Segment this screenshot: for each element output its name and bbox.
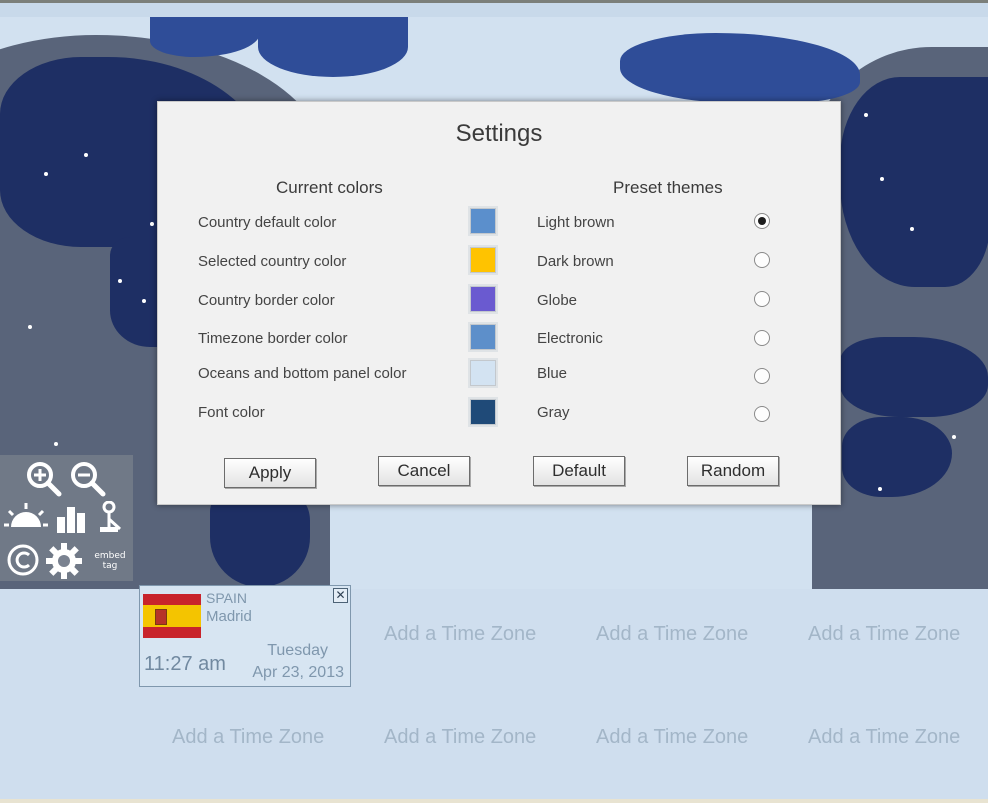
dialog-title: Settings — [455, 120, 543, 147]
settings-dialog: Settings Current colors Preset themes Co… — [157, 101, 841, 505]
theme-radio[interactable] — [754, 406, 770, 422]
city-name: Madrid — [206, 608, 252, 625]
land-arctic-islands — [150, 17, 260, 57]
add-time-zone-slot[interactable]: Add a Time Zone — [596, 623, 748, 646]
color-swatch[interactable] — [470, 324, 496, 350]
add-time-zone-slot[interactable]: Add a Time Zone — [384, 726, 536, 749]
embed-label: embed — [94, 551, 126, 561]
color-swatch[interactable] — [470, 247, 496, 273]
time-zone-card[interactable]: SPAIN Madrid 11:27 am Tuesday Apr 23, 20… — [139, 585, 351, 687]
color-row-label: Font color — [198, 404, 265, 421]
city-icon[interactable] — [52, 499, 90, 537]
country-name: SPAIN — [206, 590, 247, 606]
local-time: 11:27 am — [144, 653, 226, 675]
color-row-label: Oceans and bottom panel color — [198, 365, 407, 382]
add-time-zone-slot[interactable]: Add a Time Zone — [384, 623, 536, 646]
add-time-zone-slot[interactable]: Add a Time Zone — [596, 726, 748, 749]
theme-label: Blue — [537, 365, 568, 382]
theme-label: Light brown — [537, 214, 615, 231]
color-swatch[interactable] — [470, 360, 496, 386]
theme-radio[interactable] — [754, 213, 770, 229]
weekday: Tuesday — [267, 642, 328, 659]
color-row-label: Country default color — [198, 214, 337, 231]
land-greenland — [258, 17, 408, 77]
apply-button[interactable]: Apply — [224, 458, 316, 488]
spain-flag — [143, 594, 201, 638]
city-light — [952, 435, 956, 439]
copyright-icon[interactable] — [4, 541, 42, 579]
color-swatch[interactable] — [470, 399, 496, 425]
color-row-label: Timezone border color — [198, 330, 348, 347]
city-light — [150, 222, 154, 226]
map-toolbar: embed tag — [0, 455, 133, 581]
default-button[interactable]: Default — [533, 456, 625, 486]
theme-label: Electronic — [537, 330, 603, 347]
date: Apr 23, 2013 — [252, 664, 344, 681]
add-time-zone-slot[interactable]: Add a Time Zone — [808, 726, 960, 749]
theme-label: Dark brown — [537, 253, 614, 270]
color-row-label: Selected country color — [198, 253, 347, 270]
cancel-button[interactable]: Cancel — [378, 456, 470, 486]
preset-themes-header: Preset themes — [613, 178, 723, 197]
city-light — [878, 487, 882, 491]
close-icon[interactable]: ✕ — [333, 588, 348, 603]
theme-radio[interactable] — [754, 252, 770, 268]
zoom-in-icon[interactable] — [22, 459, 66, 499]
color-row-label: Country border color — [198, 292, 335, 309]
city-light — [28, 325, 32, 329]
city-light — [142, 299, 146, 303]
theme-label: Globe — [537, 292, 578, 309]
theme-radio[interactable] — [754, 368, 770, 384]
city-light — [880, 177, 884, 181]
city-light — [910, 227, 914, 231]
lamp-icon[interactable] — [90, 499, 128, 537]
world-clock-app: embed tag Add a Time Zone Add a Time Zon… — [0, 0, 988, 803]
color-swatch[interactable] — [470, 208, 496, 234]
city-light — [54, 442, 58, 446]
coat-of-arms — [155, 609, 167, 625]
add-time-zone-slot[interactable]: Add a Time Zone — [808, 623, 960, 646]
color-swatch[interactable] — [470, 286, 496, 312]
city-light — [864, 113, 868, 117]
land-asia — [840, 77, 988, 287]
land-eurasia-north — [620, 33, 860, 103]
city-light — [44, 172, 48, 176]
theme-radio[interactable] — [754, 291, 770, 307]
gear-icon[interactable] — [44, 541, 84, 581]
add-time-zone-slot[interactable]: Add a Time Zone — [172, 726, 324, 749]
theme-label: Gray — [537, 404, 570, 421]
embed-tag-icon[interactable]: embed tag — [88, 545, 132, 577]
city-light — [118, 279, 122, 283]
theme-radio[interactable] — [754, 330, 770, 346]
daylight-icon[interactable] — [2, 499, 50, 537]
city-light — [84, 153, 88, 157]
land-southeast-asia — [840, 337, 988, 417]
random-button[interactable]: Random — [687, 456, 779, 486]
tag-label: tag — [102, 561, 118, 571]
current-colors-header: Current colors — [276, 178, 383, 197]
zoom-out-icon[interactable] — [66, 459, 110, 499]
